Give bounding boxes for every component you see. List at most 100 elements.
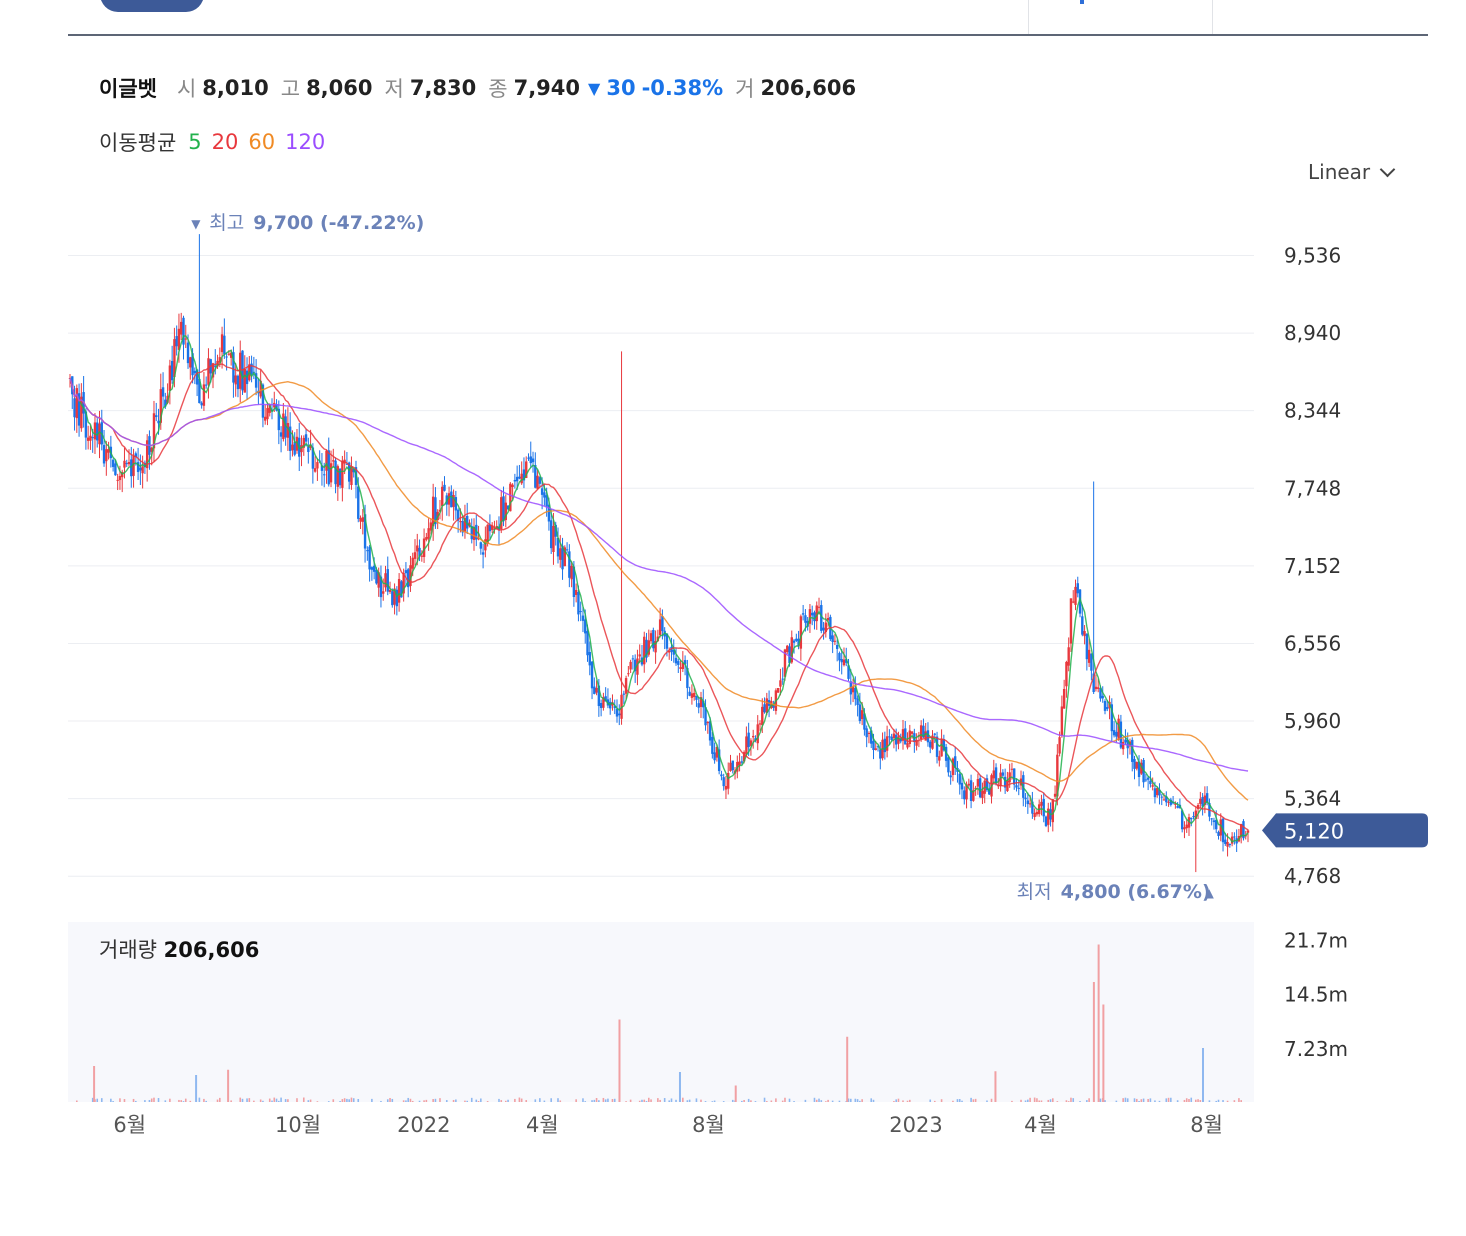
candle-body xyxy=(520,473,523,484)
ma-20-line xyxy=(69,362,1249,831)
volume-tick-label: 21.7m xyxy=(1284,928,1348,952)
candle-body xyxy=(243,368,246,393)
volume-bar xyxy=(309,1099,312,1102)
x-tick-label: 10월 xyxy=(275,1113,321,1137)
volume-bar xyxy=(1222,1100,1224,1102)
volume-bar xyxy=(348,1099,350,1102)
volume-bar xyxy=(1226,1100,1229,1102)
x-tick-label: 2023 xyxy=(889,1113,942,1137)
y-tick-label: 8,344 xyxy=(1284,399,1341,423)
candle-body xyxy=(549,520,553,549)
candle-body xyxy=(227,353,231,355)
candle-body xyxy=(761,706,764,726)
candle-body xyxy=(1087,649,1091,663)
candle-body xyxy=(1044,816,1048,827)
candle-body xyxy=(1153,788,1157,798)
candle-body xyxy=(1146,777,1150,780)
candle-body xyxy=(838,653,841,661)
candle-body xyxy=(729,762,732,771)
y-tick-label: 5,364 xyxy=(1284,787,1341,811)
candle-body xyxy=(697,703,700,708)
candle-body xyxy=(118,475,122,481)
candle-body xyxy=(935,736,939,757)
volume-bar xyxy=(956,1099,959,1102)
volume-bar xyxy=(688,1099,691,1102)
candle-body xyxy=(204,384,208,386)
candle-body xyxy=(416,545,419,552)
candle-body xyxy=(193,370,197,374)
volume-bar xyxy=(371,1098,373,1102)
candle-body xyxy=(382,591,385,594)
volume-bar xyxy=(112,1101,114,1102)
volume-bar xyxy=(434,1098,437,1102)
volume-bar xyxy=(1170,1097,1172,1102)
candle-body xyxy=(758,723,762,725)
volume-bar xyxy=(123,1099,126,1102)
candle-body xyxy=(981,790,984,798)
candle-body xyxy=(799,616,803,649)
y-tick-label: 8,940 xyxy=(1284,321,1341,345)
volume-bar xyxy=(602,1097,605,1102)
candle-body xyxy=(570,565,573,580)
candle-body xyxy=(924,731,927,741)
candle-body xyxy=(1217,831,1220,836)
volume-bar xyxy=(543,1100,546,1102)
price-chart[interactable]: 9,536 8,940 8,344 7,748 7,152 6,556 5,960 5,364… xyxy=(0,0,1466,1236)
volume-bar xyxy=(153,1097,155,1102)
candle-body xyxy=(234,375,237,385)
volume-bar xyxy=(119,1098,121,1102)
volume-bar xyxy=(1183,1099,1186,1102)
candle-body xyxy=(450,491,453,508)
volume-bar xyxy=(409,1098,412,1102)
volume-bar xyxy=(144,1100,146,1102)
candle-body xyxy=(515,476,519,482)
volume-bar xyxy=(663,1098,666,1102)
candle-body xyxy=(747,732,750,748)
candle-body xyxy=(763,704,766,713)
volume-bar xyxy=(1067,1101,1070,1102)
candle-body xyxy=(801,613,805,615)
candle-body xyxy=(1160,796,1163,798)
candle-body xyxy=(679,667,682,669)
volume-bar xyxy=(346,1098,348,1102)
volume-bar xyxy=(470,1097,473,1102)
candle-body xyxy=(1010,768,1014,770)
candle-body xyxy=(577,592,580,615)
volume-bar xyxy=(750,1100,752,1102)
candle-body xyxy=(1058,737,1061,754)
volume-bar xyxy=(425,1099,428,1102)
candle-body xyxy=(93,422,97,440)
candle-body xyxy=(1115,731,1118,737)
volume-bar xyxy=(909,1099,911,1102)
candle-body xyxy=(207,358,210,385)
volume-bar xyxy=(253,1100,255,1102)
candle-body xyxy=(266,408,269,420)
volume-bar xyxy=(1088,1098,1090,1102)
candle-body xyxy=(595,687,598,693)
candle-body xyxy=(856,698,859,705)
candle-body xyxy=(624,678,628,694)
volume-bar xyxy=(1158,1100,1161,1102)
candle-body xyxy=(425,537,428,540)
candle-body xyxy=(529,456,532,464)
y-tick-label: 7,748 xyxy=(1284,476,1341,500)
candle-body xyxy=(368,546,371,570)
candle-body xyxy=(1162,799,1166,801)
volume-bar xyxy=(1149,1098,1152,1102)
candle-body xyxy=(1053,793,1057,797)
volume-bar xyxy=(475,1099,478,1102)
candle-body xyxy=(263,416,267,421)
candle-body xyxy=(279,432,283,437)
candle-body xyxy=(513,479,517,482)
candle-body xyxy=(724,785,728,790)
volume-bar xyxy=(906,1100,909,1102)
candle-body xyxy=(73,398,76,418)
candle-body xyxy=(872,741,875,751)
volume-bar xyxy=(180,1100,183,1102)
volume-bar xyxy=(607,1098,609,1102)
candle-body xyxy=(586,631,589,656)
candle-body xyxy=(706,722,709,724)
volume-bar xyxy=(198,1097,201,1102)
candle-body xyxy=(892,733,896,739)
candle-body xyxy=(711,736,714,754)
